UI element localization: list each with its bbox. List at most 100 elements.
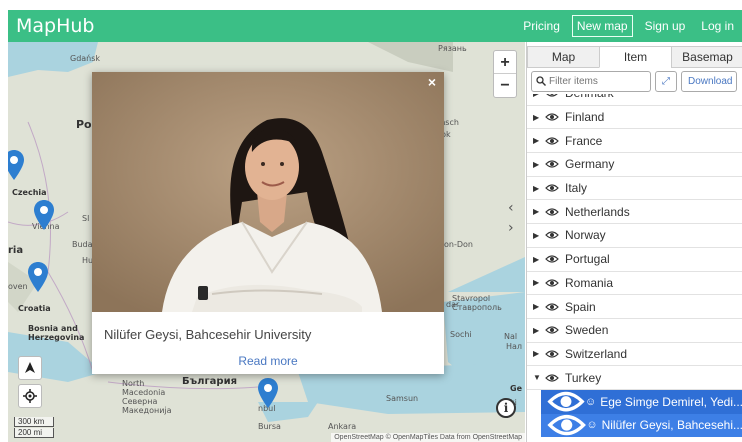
caret-right-icon[interactable]: ▶ [533, 184, 545, 193]
list-item[interactable]: ▶ Germany [527, 153, 742, 177]
list-item-label: Germany [565, 157, 615, 172]
map-label-sochi: Sochi [450, 330, 472, 339]
pricing-link[interactable]: Pricing [523, 19, 560, 33]
tab-item[interactable]: Item [599, 46, 672, 68]
list-item[interactable]: ▶ France [527, 129, 742, 154]
map-label-sl: Sl [82, 214, 90, 223]
eye-icon[interactable] [545, 373, 559, 383]
eye-icon[interactable] [545, 230, 559, 240]
search-icon [536, 76, 546, 86]
map-marker[interactable] [34, 200, 54, 230]
sub-item-selected[interactable]: ☺ Nilüfer Geysi, Bahcesehi... [541, 413, 742, 438]
tab-basemap[interactable]: Basemap [671, 46, 742, 68]
zoom-in-button[interactable]: + [494, 51, 516, 74]
eye-icon[interactable] [545, 325, 559, 335]
scale-km: 300 km [14, 417, 54, 427]
map-label-czechia: Czechia [12, 188, 47, 197]
caret-right-icon[interactable]: ▶ [533, 302, 545, 311]
panel-tabs: Map Item Basemap [527, 46, 742, 68]
caret-right-icon[interactable]: ▶ [533, 160, 545, 169]
caret-right-icon[interactable]: ▶ [533, 326, 545, 335]
map-attribution[interactable]: OpenStreetMap © OpenMapTiles Data from O… [331, 433, 525, 442]
eye-icon[interactable] [547, 414, 586, 438]
caret-right-icon[interactable]: ▶ [533, 113, 545, 122]
list-item-label: France [565, 133, 603, 148]
caret-right-icon[interactable]: ▶ [533, 278, 545, 287]
eye-icon[interactable] [545, 254, 559, 264]
eye-icon[interactable] [545, 349, 559, 359]
map-label-bursa: Bursa [258, 422, 281, 431]
list-item[interactable]: ▶ Switzerland [527, 343, 742, 367]
map-label-gdansk: Gdańsk [70, 54, 101, 63]
info-button[interactable]: i [496, 398, 516, 418]
filter-row: ⤢ Download [531, 70, 742, 92]
filter-input[interactable] [549, 75, 649, 87]
eye-icon[interactable] [545, 302, 559, 312]
list-item[interactable]: ▶ Denmark [527, 94, 742, 106]
caret-down-icon[interactable]: ▼ [533, 373, 545, 382]
brand-logo[interactable]: MapHub [16, 15, 95, 37]
chevron-left-icon[interactable]: ‹ [508, 200, 514, 216]
map-label-ge: Ge [510, 384, 522, 393]
popup-close-button[interactable]: × [428, 74, 436, 90]
map-label-nal-cyrillic: Нал [506, 342, 523, 351]
sub-item-label: Ege Simge Demirel, Yedi... [600, 394, 742, 409]
eye-icon[interactable] [545, 94, 559, 98]
sub-item-label: Nilüfer Geysi, Bahcesehi... [601, 418, 742, 433]
locate-icon [23, 389, 37, 403]
map-label-rostov: on-Don [444, 240, 473, 249]
caret-right-icon[interactable]: ▶ [533, 136, 545, 145]
eye-icon[interactable] [545, 136, 559, 146]
chevron-right-icon[interactable]: › [508, 220, 514, 236]
list-item[interactable]: ▶ Sweden [527, 319, 742, 343]
list-item[interactable]: ▼ Turkey [527, 366, 742, 390]
list-item[interactable]: ▶ Romania [527, 272, 742, 296]
caret-right-icon[interactable]: ▶ [533, 349, 545, 358]
new-map-button[interactable]: New map [571, 15, 633, 37]
list-item[interactable]: ▶ Italy [527, 177, 742, 201]
expand-icon[interactable]: ⤢ [655, 70, 677, 92]
user-icon: ☺ [585, 395, 597, 408]
north-arrow-button[interactable] [18, 356, 42, 380]
caret-right-icon[interactable]: ▶ [533, 207, 545, 216]
sign-up-link[interactable]: Sign up [645, 19, 686, 33]
eye-icon[interactable] [545, 207, 559, 217]
list-item[interactable]: ▶ Netherlands [527, 200, 742, 225]
eye-icon[interactable] [545, 278, 559, 288]
zoom-out-button[interactable]: − [494, 74, 516, 97]
tab-map[interactable]: Map [527, 46, 600, 68]
eye-icon[interactable] [547, 390, 585, 414]
map-marker[interactable] [8, 150, 24, 180]
list-item-label: Norway [565, 228, 606, 243]
eye-icon[interactable] [545, 112, 559, 122]
list-item[interactable]: ▶ Portugal [527, 248, 742, 272]
sub-item[interactable]: ☺ Ege Simge Demirel, Yedi... [541, 389, 742, 414]
eye-icon[interactable] [545, 183, 559, 193]
caret-right-icon[interactable]: ▶ [533, 94, 545, 98]
caret-right-icon[interactable]: ▶ [533, 255, 545, 264]
north-arrow-icon [25, 362, 35, 373]
list-item[interactable]: ▶ Norway [527, 224, 742, 248]
scale-mi: 200 mi [14, 428, 54, 438]
list-item[interactable]: ▶ Finland [527, 106, 742, 130]
filter-field[interactable] [531, 70, 651, 92]
user-icon: ☺ [586, 419, 598, 432]
list-item-label: Finland [565, 110, 605, 125]
map-label-samsun: Samsun [386, 394, 419, 403]
list-item-label: Turkey [565, 370, 602, 385]
list-item-label: Switzerland [565, 346, 628, 361]
item-popup: × Nilüfer Geysi, Bahcesehir University R… [92, 72, 444, 374]
caret-right-icon[interactable]: ▶ [533, 231, 545, 240]
eye-icon[interactable] [545, 159, 559, 169]
map-label-bosnia: Bosnia and Herzegovina [28, 324, 85, 342]
map-marker-selected[interactable] [258, 378, 278, 408]
download-button[interactable]: Download [681, 70, 737, 92]
list-item[interactable]: ▶ Spain [527, 295, 742, 319]
map-label-nal: Nal [504, 332, 518, 341]
read-more-link[interactable]: Read more [92, 354, 444, 368]
zoom-control: + − [493, 50, 517, 98]
map-marker[interactable] [28, 262, 48, 292]
log-in-link[interactable]: Log in [701, 19, 734, 33]
map-label-buda: Buda [72, 240, 93, 249]
locate-button[interactable] [18, 384, 42, 408]
